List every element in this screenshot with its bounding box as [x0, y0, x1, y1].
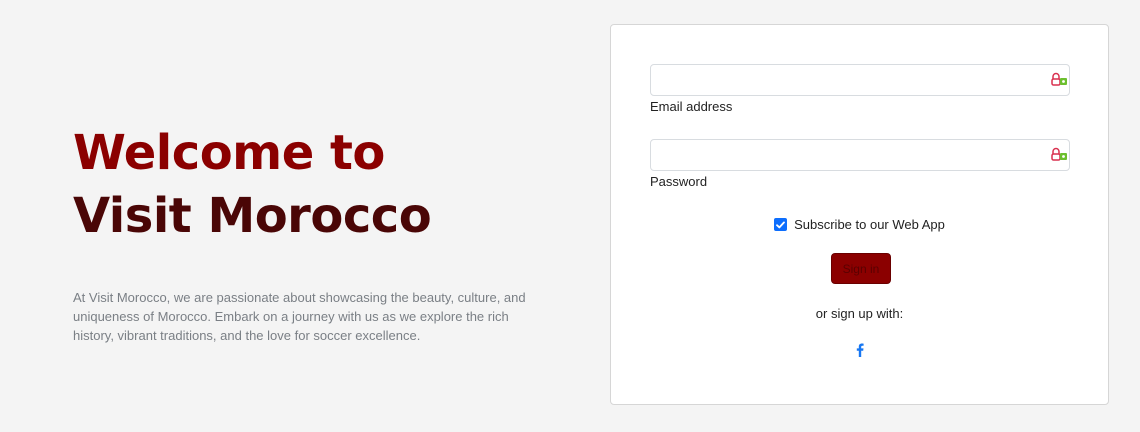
hero-section: Welcome to Visit Morocco At Visit Morocc… [73, 122, 563, 345]
password-manager-icon[interactable] [1050, 71, 1068, 87]
subscribe-label[interactable]: Subscribe to our Web App [794, 217, 945, 232]
email-label: Email address [650, 99, 733, 114]
subscribe-row: Subscribe to our Web App [611, 217, 1108, 232]
or-sign-up-text: or sign up with: [815, 306, 904, 321]
hero-title: Welcome to Visit Morocco [73, 122, 563, 248]
password-manager-icon[interactable] [1050, 146, 1068, 162]
check-icon [776, 221, 785, 228]
email-input-wrap [650, 64, 1070, 96]
subscribe-checkbox[interactable] [774, 218, 788, 231]
facebook-icon[interactable] [854, 343, 866, 359]
email-input[interactable] [650, 64, 1070, 96]
password-input[interactable] [650, 139, 1070, 171]
signin-card: Email address Password Subscribe to our … [610, 24, 1109, 405]
sign-in-button[interactable]: Sign in [831, 253, 891, 284]
email-field-group: Email address [650, 64, 1070, 114]
hero-title-line1: Welcome to [73, 125, 385, 181]
hero-title-line2: Visit Morocco [73, 188, 432, 244]
password-input-wrap [650, 139, 1070, 171]
hero-description: At Visit Morocco, we are passionate abou… [73, 290, 526, 343]
password-label: Password [650, 174, 708, 189]
password-field-group: Password [650, 139, 1070, 189]
